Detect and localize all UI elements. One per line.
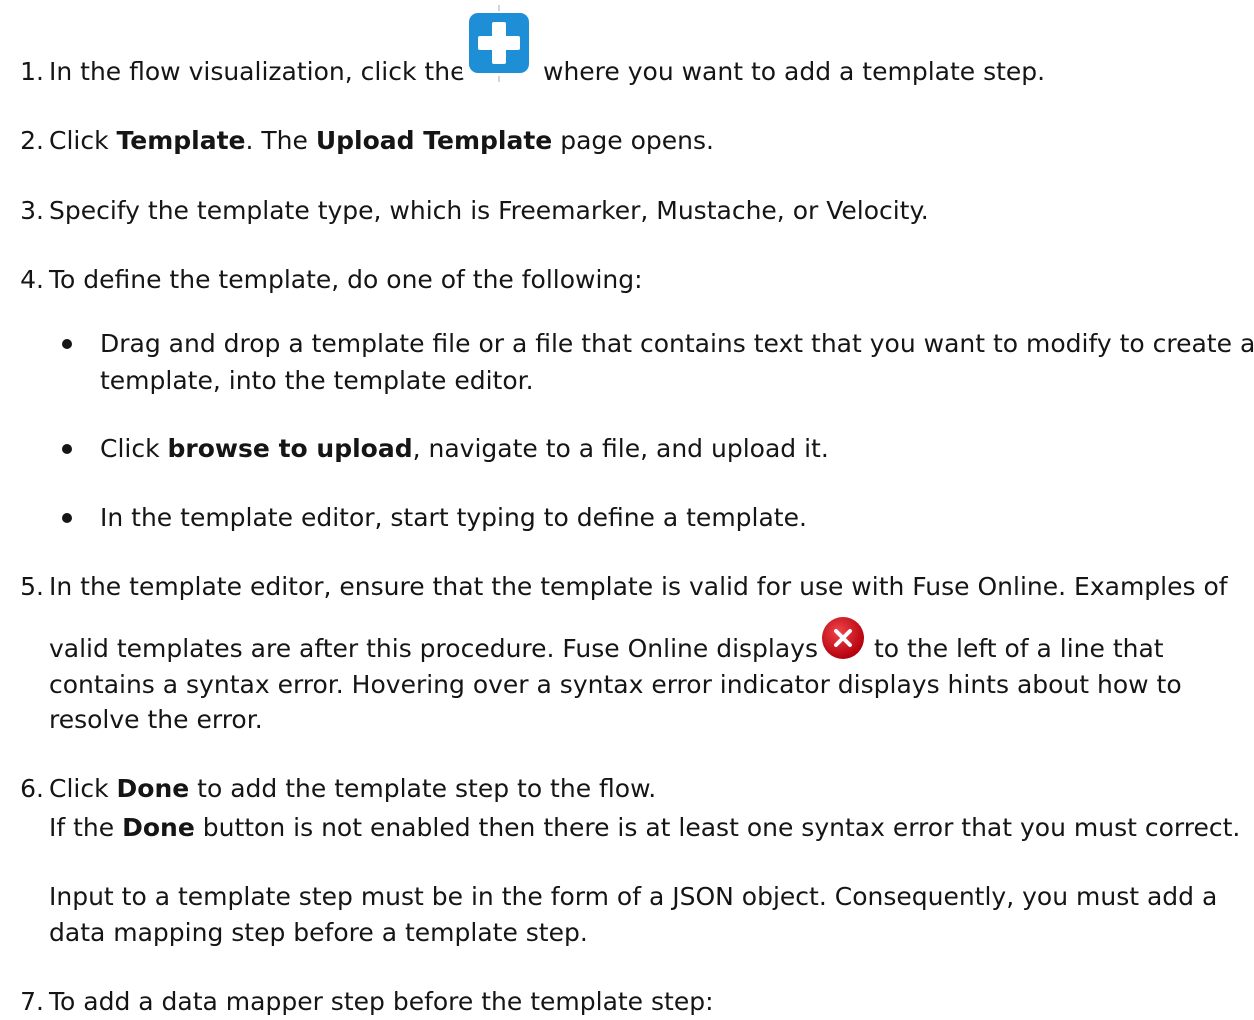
plus-icon: [462, 5, 536, 82]
bullet-dot: [62, 513, 72, 523]
step-text: To define the template, do one of the fo…: [49, 265, 643, 294]
step-text-line2: If the Done button is not enabled then t…: [49, 813, 1241, 842]
bullet-dot: [62, 339, 72, 349]
step-text: To add a data mapper step before the tem…: [49, 987, 714, 1016]
ui-term-browse-to-upload: browse to upload: [167, 434, 413, 463]
step-number: 4.: [20, 265, 44, 294]
step-text: Click Done to add the template step to t…: [49, 774, 657, 803]
step-number: 5.: [20, 572, 44, 601]
step-text-line1: In the template editor, ensure that the …: [49, 572, 1228, 601]
bullet-dot: [62, 444, 72, 454]
ui-term-template: Template: [116, 126, 246, 155]
step-text: Click Template. The Upload Template page…: [49, 126, 714, 155]
step-text: In the flow visualization, click the: [49, 57, 466, 86]
step-text: Specify the template type, which is Free…: [49, 196, 929, 225]
ui-term-done: Done: [116, 774, 190, 803]
bullet-text-line2: template, into the template editor.: [100, 366, 534, 395]
step-text-after: where you want to add a template step.: [543, 57, 1046, 86]
step-number: 2.: [20, 126, 44, 155]
error-x-icon: [822, 617, 864, 659]
step-number: 3.: [20, 196, 44, 225]
note-text-line1: Input to a template step must be in the …: [49, 882, 1218, 911]
step-text-line2: valid templates are after this procedure…: [49, 634, 819, 663]
bullet-text-line1: Drag and drop a template file or a file …: [100, 329, 1254, 358]
bullet-text: In the template editor, start typing to …: [100, 503, 807, 532]
ui-term-upload-template: Upload Template: [315, 126, 553, 155]
note-text-line2: data mapping step before a template step…: [49, 918, 588, 947]
step-text-line2-after: to the left of a line that: [874, 634, 1164, 663]
step-number: 7.: [20, 987, 44, 1016]
step-text-line3: contains a syntax error. Hovering over a…: [49, 670, 1182, 699]
ui-term-done: Done: [122, 813, 195, 842]
step-number: 1.: [20, 57, 44, 86]
bullet-text: Click browse to upload, navigate to a fi…: [100, 434, 829, 463]
step-text-line4: resolve the error.: [49, 705, 263, 734]
step-number: 6.: [20, 774, 44, 803]
